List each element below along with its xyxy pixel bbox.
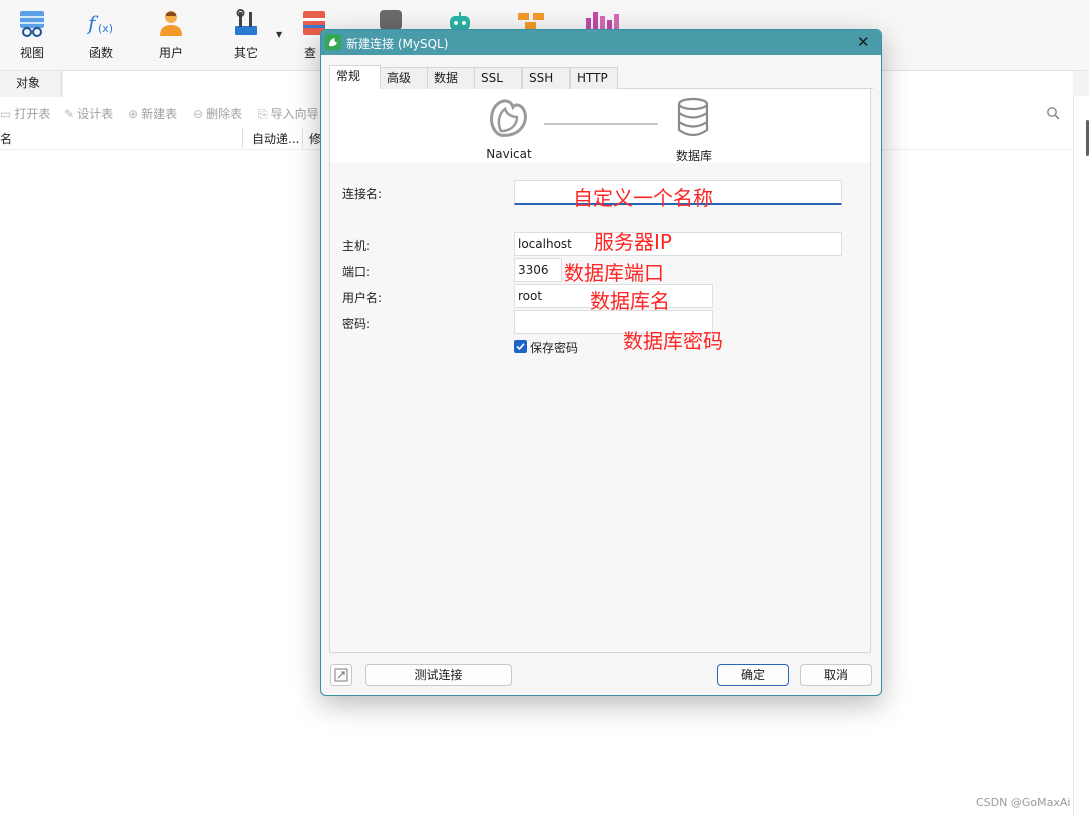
watermark: CSDN @GoMaxAi <box>976 796 1071 809</box>
toolbar-user-label: 用户 <box>158 46 183 60</box>
new-table-label: 新建表 <box>141 107 178 121</box>
dialog-title: 新建连接 (MySQL) <box>346 37 449 51</box>
password-label: 密码: <box>342 317 371 331</box>
pencil-icon: ✎ <box>64 107 75 121</box>
open-table-icon: ▭ <box>0 107 12 121</box>
open-table-label: 打开表 <box>14 107 51 121</box>
import-wizard-button[interactable]: ⎘ 导入向导 <box>258 105 319 122</box>
column-name[interactable]: 名 <box>0 130 12 147</box>
import-icon: ⎘ <box>258 107 268 121</box>
dialog-tabs: 常规 高级 数据库 SSL SSH HTTP <box>329 65 873 105</box>
user-icon <box>156 8 186 38</box>
host-input[interactable]: localhost <box>514 232 842 256</box>
ok-button[interactable]: 确定 <box>717 664 789 686</box>
vertical-scrollbar[interactable] <box>1073 96 1089 817</box>
design-table-button[interactable]: ✎ 设计表 <box>64 105 113 122</box>
port-label: 端口: <box>342 265 371 279</box>
database-icon <box>676 97 710 142</box>
column-auto-increment[interactable]: 自动递... <box>252 130 299 147</box>
delete-table-button[interactable]: ⊖ 删除表 <box>193 105 242 122</box>
database-label: 数据库 <box>675 149 712 163</box>
tools-icon <box>231 8 261 38</box>
toolbar-function-label: 函数 <box>88 46 113 60</box>
annotation-port: 数据库端口 <box>564 261 664 285</box>
connection-banner: Navicat 数据库 <box>330 89 870 163</box>
tab-general[interactable]: 常规 <box>329 65 381 90</box>
toolbar-user-button[interactable]: 用户 <box>139 8 203 66</box>
navicat-label: Navicat <box>486 147 532 161</box>
navicat-app-icon <box>325 34 341 50</box>
tab-ssl[interactable]: SSL <box>474 67 522 89</box>
connection-name-label: 连接名: <box>342 187 383 201</box>
save-password-checkbox[interactable] <box>514 340 527 353</box>
tab-http[interactable]: HTTP <box>570 67 618 89</box>
annotation-connection-name: 自定义一个名称 <box>573 186 713 210</box>
host-label: 主机: <box>342 239 371 253</box>
tab-databases[interactable]: 数据库 <box>427 67 475 105</box>
toolbar-view-label: 视图 <box>19 46 44 60</box>
import-wizard-label: 导入向导 <box>270 107 319 121</box>
robot-icon[interactable] <box>448 12 472 30</box>
save-password-label[interactable]: 保存密码 <box>530 339 578 356</box>
new-connection-dialog: 新建连接 (MySQL) ✕ 常规 高级 数据库 SSL SSH HTTP Na… <box>320 29 882 696</box>
tab-ssh[interactable]: SSH <box>522 67 570 89</box>
checkmark-icon <box>516 343 525 351</box>
function-icon: f (x) <box>86 8 116 38</box>
toolbar-function-button[interactable]: f (x) 函数 <box>69 8 133 66</box>
search-icon[interactable] <box>1046 106 1060 123</box>
minus-circle-icon: ⊖ <box>193 107 204 121</box>
model-icon[interactable] <box>518 11 544 29</box>
plus-circle-icon: ⊕ <box>128 107 139 121</box>
test-connection-button[interactable]: 测试连接 <box>365 664 512 686</box>
new-table-button[interactable]: ⊕ 新建表 <box>128 105 177 122</box>
column-divider[interactable] <box>242 128 243 148</box>
chart-icon[interactable] <box>586 10 620 30</box>
toolbar-others-label: 其它 <box>233 46 258 60</box>
annotation-host: 服务器IP <box>594 230 672 254</box>
tab-objects[interactable]: 对象 <box>0 71 62 97</box>
expand-icon <box>334 668 348 682</box>
svg-text:(x): (x) <box>98 22 113 35</box>
view-icon <box>17 8 47 38</box>
username-label: 用户名: <box>342 291 383 305</box>
expand-button[interactable] <box>330 664 352 686</box>
column-divider[interactable] <box>302 128 303 148</box>
open-table-button[interactable]: ▭ 打开表 <box>0 105 50 122</box>
close-icon[interactable]: ✕ <box>857 34 870 50</box>
backup-icon[interactable] <box>380 10 402 30</box>
toolbar-others-button[interactable]: 其它 <box>214 8 278 66</box>
tab-advanced[interactable]: 高级 <box>380 67 428 89</box>
dialog-title-bar[interactable]: 新建连接 (MySQL) ✕ <box>321 30 881 55</box>
design-table-label: 设计表 <box>77 107 114 121</box>
annotation-password: 数据库密码 <box>623 329 723 353</box>
connection-line <box>544 123 658 125</box>
chevron-down-icon[interactable]: ▼ <box>276 30 282 39</box>
port-input[interactable]: 3306 <box>514 258 562 282</box>
delete-table-label: 删除表 <box>206 107 243 121</box>
general-tab-panel: Navicat 数据库 连接名: 自定义一个名称 主机: localhost 服… <box>329 89 871 653</box>
navicat-logo-icon <box>487 97 529 142</box>
cancel-button[interactable]: 取消 <box>800 664 872 686</box>
toolbar-view-button[interactable]: 视图 <box>0 8 64 66</box>
